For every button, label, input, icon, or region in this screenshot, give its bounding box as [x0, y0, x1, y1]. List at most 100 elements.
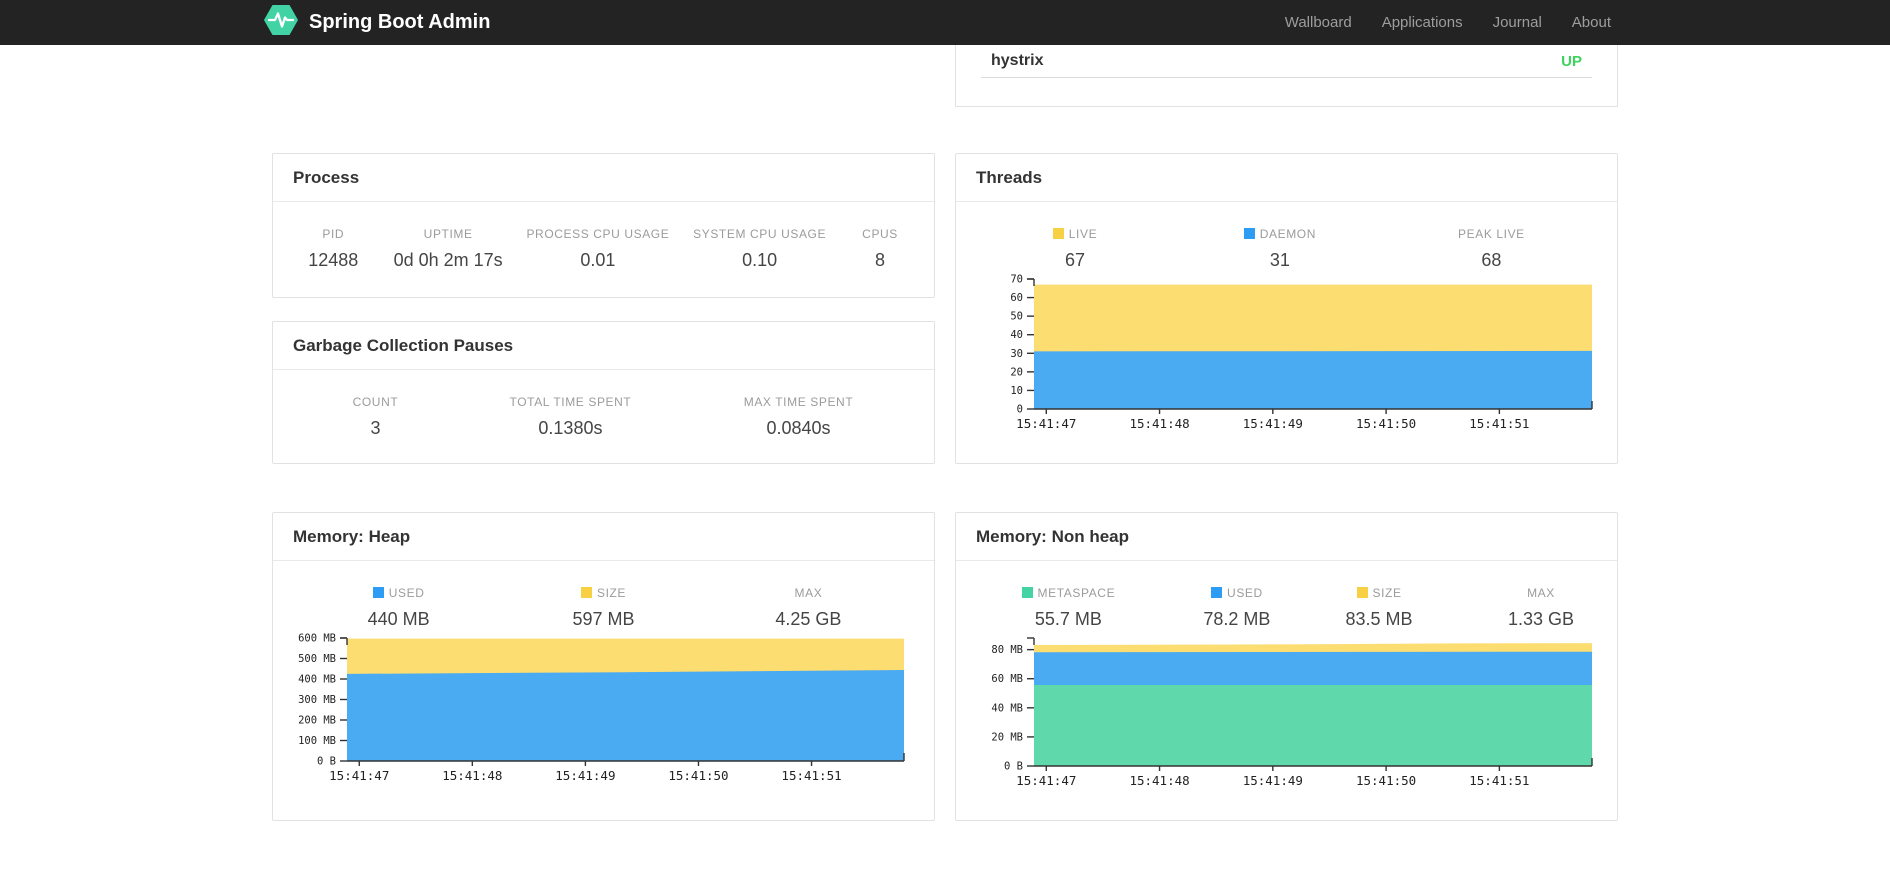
svg-text:15:41:47: 15:41:47	[1016, 773, 1076, 788]
metric-cell: TOTAL TIME SPENT 0.1380s	[478, 395, 663, 439]
svg-text:15:41:50: 15:41:50	[668, 768, 728, 783]
metric-value: 83.5 MB	[1345, 609, 1413, 629]
memory-nonheap-chart: 80 MB 60 MB 40 MB 20 MB 0 B 15:41:47 15:41:48 1…	[972, 630, 1617, 796]
metric-label: USED	[273, 586, 524, 600]
svg-text:20: 20	[1010, 366, 1023, 378]
metric-label: USED	[1181, 586, 1293, 600]
svg-text:40: 40	[1010, 329, 1023, 341]
metric-label: METASPACE	[956, 586, 1181, 600]
metric-label: PROCESS CPU USAGE	[526, 227, 670, 241]
legend-swatch-icon	[372, 587, 384, 598]
applications-status-card: hystrix UP	[955, 45, 1618, 107]
brand-title: Spring Boot Admin	[309, 11, 491, 33]
gc-pauses-card: Garbage Collection Pauses COUNT 3 TOTAL TI…	[272, 321, 935, 464]
spring-boot-admin-logo-icon	[264, 5, 298, 40]
memory-nonheap-metrics: METASPACE 55.7 MB USED 78.2 MB SIZE 83.5 MB MA…	[956, 561, 1617, 630]
legend-swatch-icon	[1243, 228, 1255, 239]
metric-value: 0.01	[580, 250, 616, 270]
metric-cell: SYSTEM CPU USAGE 0.10	[693, 227, 826, 271]
metric-cell: PID 12488	[273, 227, 394, 271]
memory-heap-chart: 600 MB 500 MB 400 MB 300 MB 200 MB 100 MB 0 B1…	[285, 630, 934, 791]
metric-value: 440 MB	[367, 609, 430, 629]
process-card-title: Process	[273, 154, 934, 202]
nav-link-about[interactable]: About	[1557, 14, 1626, 31]
metric-label: SYSTEM CPU USAGE	[693, 227, 827, 241]
process-metrics: PID 12488 UPTIME 0d 0h 2m 17s PROCESS CPU US…	[273, 202, 934, 271]
metric-label: DAEMON	[1194, 227, 1366, 241]
svg-text:15:41:51: 15:41:51	[781, 768, 841, 783]
metric-label: UPTIME	[423, 227, 473, 241]
right-column: hystrix UP Threads LIVE 67 DAEMON 31 PEAK LI…	[955, 45, 1618, 821]
navbar: Spring Boot Admin Wallboard Applications…	[0, 0, 1890, 45]
metric-cell: SIZE 83.5 MB	[1293, 586, 1465, 630]
application-row[interactable]: hystrix UP	[981, 45, 1592, 78]
metric-label: SIZE	[1293, 586, 1465, 600]
metric-value: 67	[1064, 250, 1085, 270]
metric-value: 0d 0h 2m 17s	[393, 250, 503, 270]
memory-heap-metrics: USED 440 MB SIZE 597 MB MAX 4.25 GB	[273, 561, 934, 630]
svg-text:600 MB: 600 MB	[298, 633, 336, 645]
svg-text:15:41:48: 15:41:48	[1129, 773, 1189, 788]
memory-heap-card-title: Memory: Heap	[273, 513, 934, 561]
svg-text:500 MB: 500 MB	[298, 653, 336, 665]
svg-text:60 MB: 60 MB	[991, 673, 1023, 685]
svg-text:15:41:47: 15:41:47	[1016, 416, 1076, 431]
threads-card-title: Threads	[956, 154, 1617, 202]
left-column: Process PID 12488 UPTIME 0d 0h 2m 17s PROCES…	[272, 45, 935, 821]
metric-cell: PROCESS CPU USAGE 0.01	[503, 227, 693, 271]
nav-link-wallboard[interactable]: Wallboard	[1270, 14, 1367, 31]
svg-text:0: 0	[1017, 404, 1023, 416]
svg-text:80 MB: 80 MB	[991, 644, 1023, 656]
metric-cell: MAX TIME SPENT 0.0840s	[663, 395, 934, 439]
metric-cell: MAX 1.33 GB	[1465, 586, 1617, 630]
svg-text:10: 10	[1010, 385, 1023, 397]
metric-cell: LIVE 67	[956, 227, 1194, 271]
svg-text:0 B: 0 B	[317, 756, 336, 768]
brand[interactable]: Spring Boot Admin	[264, 5, 490, 40]
memory-heap-card: Memory: Heap USED 440 MB SIZE 597 MB MAX 4.25…	[272, 512, 935, 821]
application-name: hystrix	[991, 52, 1044, 69]
svg-text:70: 70	[1010, 274, 1023, 286]
svg-text:50: 50	[1010, 311, 1023, 323]
metric-label: PID	[322, 227, 345, 241]
svg-text:40 MB: 40 MB	[991, 702, 1023, 714]
metric-cell: METASPACE 55.7 MB	[956, 586, 1181, 630]
metric-value: 78.2 MB	[1203, 609, 1271, 629]
metric-label: CPUS	[862, 227, 898, 241]
svg-text:15:41:48: 15:41:48	[442, 768, 502, 783]
metric-value: 0.0840s	[766, 418, 831, 438]
svg-text:15:41:50: 15:41:50	[1356, 416, 1416, 431]
metric-value: 597 MB	[572, 609, 635, 629]
svg-text:30: 30	[1010, 348, 1023, 360]
svg-text:100 MB: 100 MB	[298, 735, 336, 747]
metric-label: MAX	[1527, 586, 1555, 600]
metric-cell: SIZE 597 MB	[524, 586, 683, 630]
svg-text:300 MB: 300 MB	[298, 694, 336, 706]
metric-cell: COUNT 3	[273, 395, 478, 439]
nav-links: Wallboard Applications Journal About	[1270, 14, 1626, 31]
metric-cell: USED 78.2 MB	[1181, 586, 1293, 630]
metric-label: PEAK LIVE	[1458, 227, 1525, 241]
metric-cell: CPUS 8	[826, 227, 934, 271]
legend-swatch-icon	[1356, 587, 1368, 598]
metric-value: 0.1380s	[538, 418, 603, 438]
metric-value: 12488	[308, 250, 359, 270]
svg-text:15:41:50: 15:41:50	[1356, 773, 1416, 788]
nav-link-journal[interactable]: Journal	[1478, 14, 1557, 31]
gc-pauses-card-title: Garbage Collection Pauses	[273, 322, 934, 370]
metric-cell: DAEMON 31	[1194, 227, 1366, 271]
svg-text:15:41:51: 15:41:51	[1469, 773, 1529, 788]
legend-swatch-icon	[1021, 587, 1033, 598]
process-card: Process PID 12488 UPTIME 0d 0h 2m 17s PROCES…	[272, 153, 935, 298]
metric-value: 55.7 MB	[1034, 609, 1102, 629]
metric-label: MAX	[794, 586, 823, 600]
svg-text:15:41:49: 15:41:49	[1243, 416, 1303, 431]
svg-text:15:41:51: 15:41:51	[1469, 416, 1529, 431]
metric-value: 8	[875, 250, 886, 270]
metric-label: LIVE	[956, 227, 1194, 241]
legend-swatch-icon	[580, 587, 592, 598]
threads-chart: 70 60 50 40 30 20 10 0 15:41:47 15:41:48 15:41:49 1…	[972, 271, 1617, 439]
metric-value: 3	[370, 418, 381, 438]
svg-text:60: 60	[1010, 292, 1023, 304]
nav-link-applications[interactable]: Applications	[1367, 14, 1478, 31]
